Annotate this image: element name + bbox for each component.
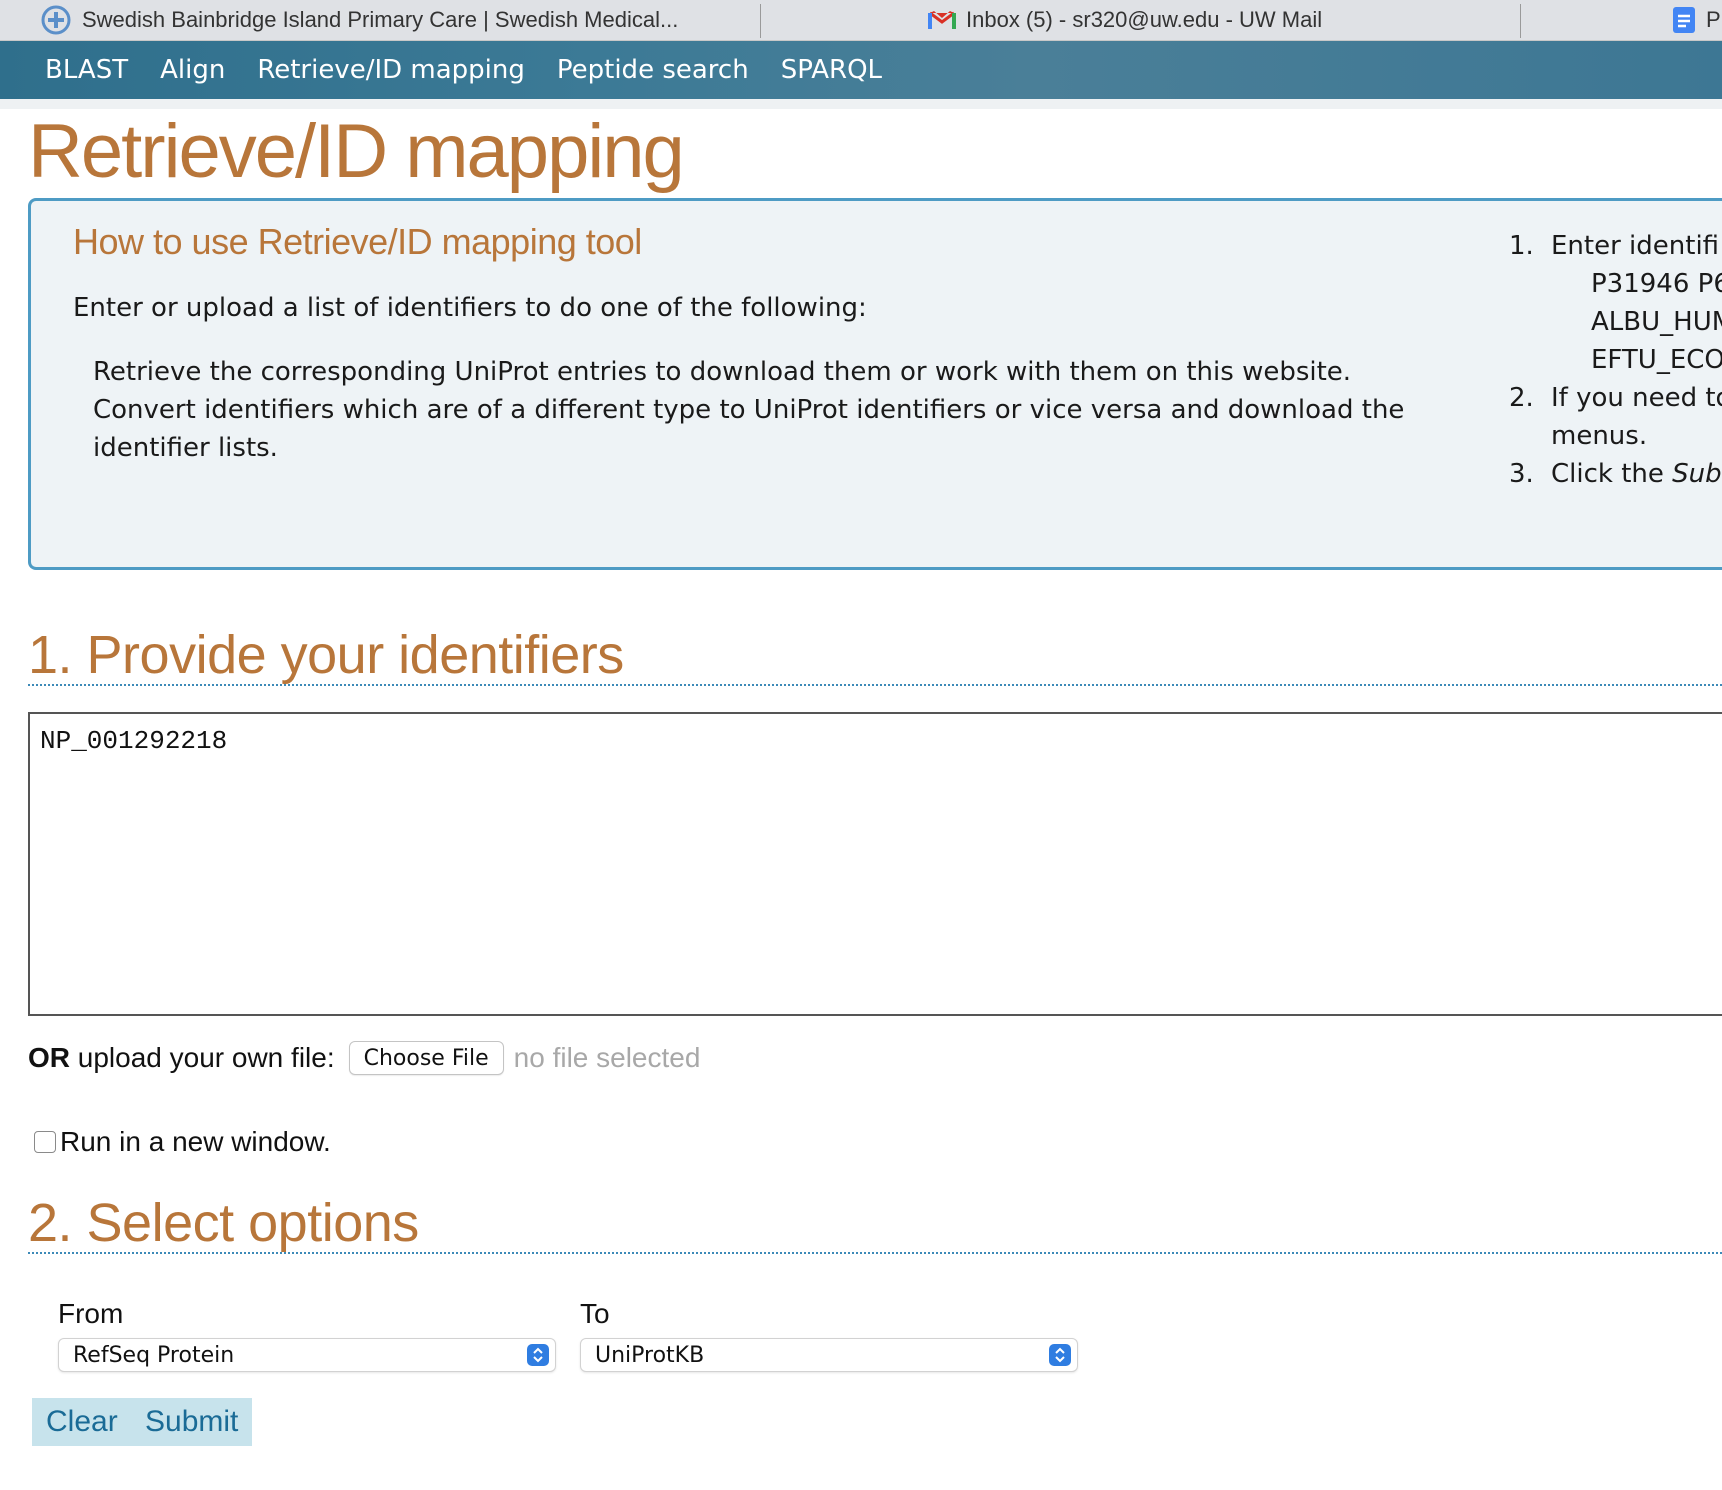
tab-title: Inbox (5) - sr320@uw.edu - UW Mail bbox=[966, 7, 1323, 32]
upload-label: OR upload your own file: bbox=[28, 1042, 335, 1073]
section-heading-identifiers: 1. Provide your identifiers bbox=[28, 625, 624, 685]
to-select-value: UniProtKB bbox=[595, 1342, 705, 1368]
to-label: To bbox=[580, 1298, 610, 1329]
help-step: 2. If you need to bbox=[1509, 383, 1722, 413]
help-step: 1. Enter identifi bbox=[1509, 231, 1720, 261]
choose-file-button[interactable]: Choose File bbox=[348, 1041, 504, 1075]
gmail-icon bbox=[928, 9, 956, 31]
help-line-retrieve: Retrieve the corresponding UniProt entri… bbox=[93, 357, 1352, 387]
from-label: From bbox=[58, 1298, 124, 1329]
help-step-cont: menus. bbox=[1551, 421, 1648, 451]
from-select-value: RefSeq Protein bbox=[73, 1342, 235, 1368]
tab-divider bbox=[1520, 4, 1521, 38]
browser-tab-strip: Swedish Bainbridge Island Primary Care |… bbox=[0, 0, 1722, 41]
run-new-window-row: Run in a new window. bbox=[34, 1126, 331, 1158]
clear-button[interactable]: Clear bbox=[32, 1398, 132, 1446]
tab-title: P bbox=[1706, 7, 1721, 32]
nav-item-align[interactable]: Align bbox=[160, 55, 225, 85]
to-select[interactable]: UniProtKB bbox=[580, 1338, 1078, 1372]
help-step-example: EFTU_ECO bbox=[1591, 345, 1722, 375]
help-intro: Enter or upload a list of identifiers to… bbox=[73, 293, 867, 323]
help-steps: 1. Enter identifi P31946 P6 ALBU_HUM EFTU… bbox=[1509, 231, 1722, 531]
browser-tab-docs[interactable]: P bbox=[1672, 0, 1722, 40]
identifiers-textarea[interactable]: NP_001292218 bbox=[28, 712, 1722, 1016]
tab-divider bbox=[760, 4, 761, 38]
nav-item-peptide-search[interactable]: Peptide search bbox=[557, 55, 749, 85]
run-new-window-label[interactable]: Run in a new window. bbox=[60, 1126, 331, 1158]
section-heading-options: 2. Select options bbox=[28, 1193, 419, 1253]
select-arrows-icon bbox=[527, 1344, 549, 1366]
no-file-selected-text: no file selected bbox=[513, 1042, 701, 1073]
browser-tab-gmail[interactable]: Inbox (5) - sr320@uw.edu - UW Mail bbox=[928, 0, 1518, 40]
select-arrows-icon bbox=[1049, 1344, 1071, 1366]
run-new-window-checkbox[interactable] bbox=[34, 1131, 56, 1153]
nav-item-blast[interactable]: BLAST bbox=[45, 55, 128, 85]
docs-icon bbox=[1672, 6, 1696, 34]
section-divider bbox=[28, 684, 1722, 686]
upload-row: OR upload your own file: Choose File no … bbox=[28, 1038, 700, 1078]
tab-title: Swedish Bainbridge Island Primary Care |… bbox=[82, 7, 679, 32]
browser-tab-swedish[interactable]: Swedish Bainbridge Island Primary Care |… bbox=[40, 0, 760, 40]
submit-button[interactable]: Submit bbox=[131, 1398, 253, 1446]
help-step-example: P31946 P6 bbox=[1591, 269, 1722, 299]
help-step-example: ALBU_HUM bbox=[1591, 307, 1722, 337]
help-line-convert: Convert identifiers which are of a diffe… bbox=[93, 395, 1405, 425]
help-panel: How to use Retrieve/ID mapping tool Ente… bbox=[28, 198, 1722, 570]
nav-item-sparql[interactable]: SPARQL bbox=[781, 55, 882, 85]
nav-item-retrieve-id-mapping[interactable]: Retrieve/ID mapping bbox=[257, 55, 525, 85]
help-title: How to use Retrieve/ID mapping tool bbox=[73, 221, 642, 262]
swedish-logo-icon bbox=[40, 4, 72, 36]
section-divider bbox=[28, 1252, 1722, 1254]
from-select[interactable]: RefSeq Protein bbox=[58, 1338, 556, 1372]
help-step: 3. Click the Sub bbox=[1509, 459, 1722, 489]
page-title: Retrieve/ID mapping bbox=[28, 109, 685, 194]
help-line-convert-cont: identifier lists. bbox=[93, 433, 278, 463]
tools-navbar: BLAST Align Retrieve/ID mapping Peptide … bbox=[0, 41, 1722, 99]
